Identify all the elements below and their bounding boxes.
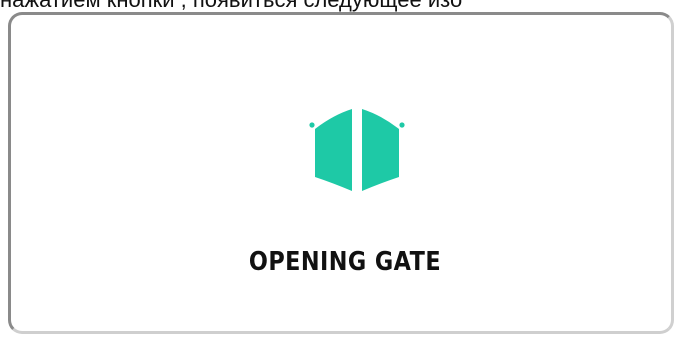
document-caption-fragment: нажатием кнопки , появиться следующее из… — [0, 0, 678, 12]
status-label: OPENING GATE — [248, 247, 442, 277]
gate-status-dialog: OPENING GATE — [8, 12, 674, 334]
gate-opening-icon — [295, 103, 419, 211]
